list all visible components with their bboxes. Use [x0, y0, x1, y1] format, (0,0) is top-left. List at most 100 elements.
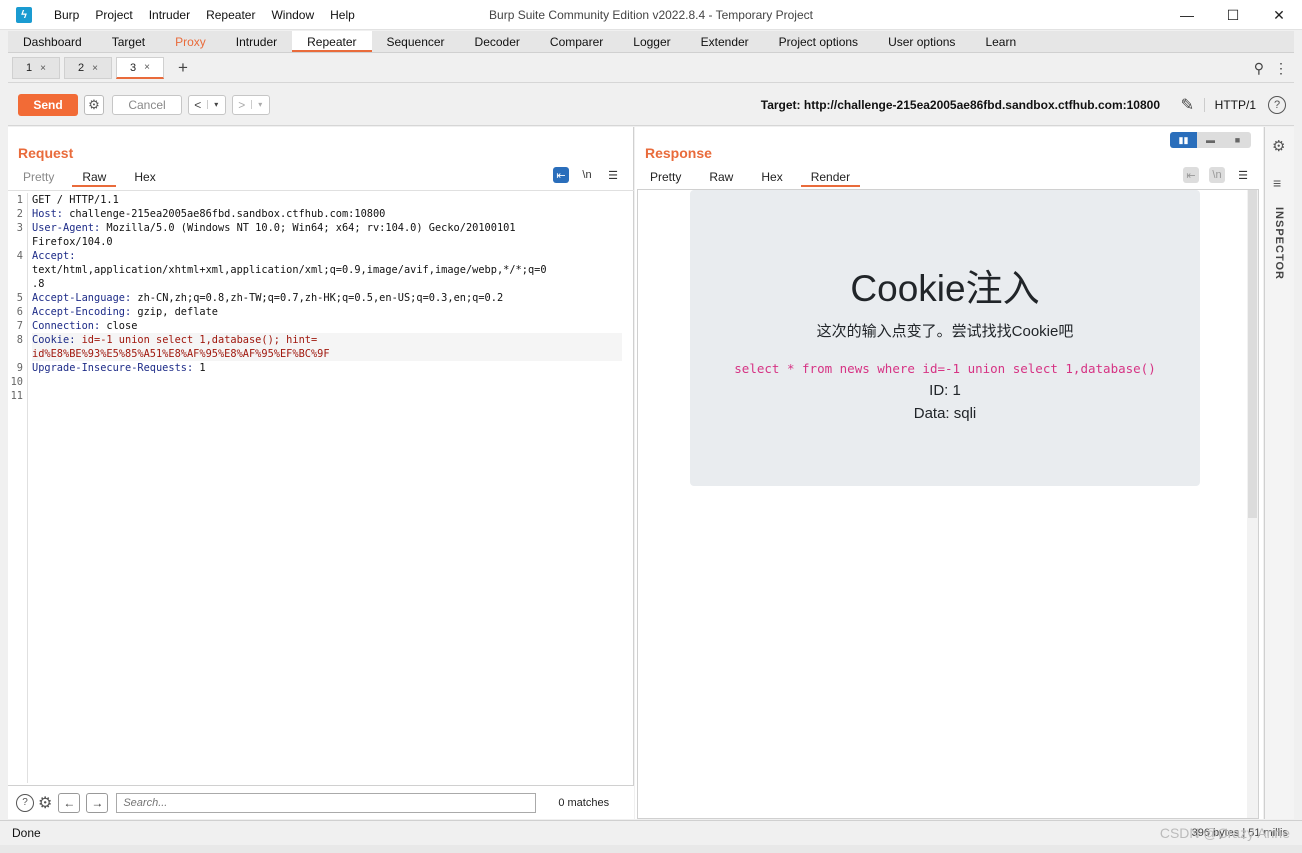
scrollbar-thumb[interactable] [1248, 190, 1257, 518]
back-button[interactable]: < ▾ [188, 94, 226, 115]
close-tab-icon[interactable]: × [40, 63, 46, 74]
tab-pretty[interactable]: Pretty [640, 167, 691, 187]
line-number: 8 [16, 334, 23, 346]
watermark: CSDN @Crazy Anne [1159, 825, 1290, 841]
tab-logger[interactable]: Logger [618, 31, 685, 52]
header-value: gzip, deflate [131, 306, 218, 318]
cancel-button[interactable]: Cancel [112, 94, 182, 115]
header-name: Connection: [32, 320, 101, 332]
header-value: Mozilla/5.0 (Windows NT 10.0; Win64; x64… [100, 222, 516, 234]
repeater-tab-3[interactable]: 3 × [116, 57, 164, 79]
search-bar: ? ⚙ ← → 0 matches [8, 785, 634, 819]
tab-learn[interactable]: Learn [970, 31, 1031, 52]
gear-icon[interactable]: ⚙ [38, 793, 52, 813]
arrow-left-icon[interactable]: ← [58, 792, 81, 813]
line-number: 5 [16, 292, 23, 304]
render-heading: Cookie注入 [850, 268, 1040, 309]
repeater-tab-label: 1 [26, 62, 33, 74]
header-value: 1 [193, 362, 206, 374]
menu-burp[interactable]: Burp [46, 8, 87, 22]
wrap-lines-icon[interactable]: ⇤ [553, 167, 569, 183]
menu-intruder[interactable]: Intruder [141, 8, 198, 22]
response-tools: ⇤ \n ☰ [1183, 167, 1251, 183]
request-editor[interactable]: 1 2 3 4 5 6 7 8 9 10 11 GET / HTTP/1.1 Host: challe… [8, 190, 634, 784]
search-icon[interactable]: ⚲ [1254, 60, 1264, 77]
line-number: 4 [16, 250, 23, 262]
minimize-icon[interactable]: — [1164, 0, 1210, 30]
tab-extender[interactable]: Extender [686, 31, 764, 52]
tab-dashboard[interactable]: Dashboard [8, 31, 97, 52]
split-horizontal-icon[interactable]: ▮▮ [1170, 132, 1197, 148]
newline-icon[interactable]: \n [579, 167, 595, 183]
tab-project-options[interactable]: Project options [764, 31, 873, 52]
status-text: Done [12, 826, 41, 840]
more-options-icon[interactable]: ⋮ [1274, 60, 1288, 77]
request-title: Request [18, 145, 74, 161]
arrow-right-icon[interactable]: → [86, 792, 109, 813]
repeater-tabs: 1 × 2 × 3 × + ⚲ ⋮ [8, 54, 1294, 83]
repeater-toolbar: Send ⚙ Cancel < ▾ > ▾ Target: http://cha… [8, 84, 1294, 126]
close-tab-icon[interactable]: × [144, 62, 150, 73]
tab-user-options[interactable]: User options [873, 31, 970, 52]
tab-pretty[interactable]: Pretty [13, 167, 64, 187]
status-bar: Done 396 bytes | 51 millis CSDN @Crazy A… [0, 820, 1302, 845]
tab-decoder[interactable]: Decoder [460, 31, 535, 52]
chevron-down-icon[interactable]: ▾ [206, 100, 226, 109]
split-vertical-icon[interactable]: ▬ [1197, 132, 1224, 148]
tab-raw[interactable]: Raw [699, 167, 743, 187]
http-version[interactable]: HTTP/1 [1203, 97, 1256, 112]
menu-project[interactable]: Project [87, 8, 140, 22]
header-value: text/html,application/xhtml+xml,applicat… [32, 264, 547, 276]
header-value: close [100, 320, 138, 332]
code-line: Host: challenge-215ea2005ae86fbd.sandbox… [32, 207, 622, 221]
menu-help[interactable]: Help [322, 8, 363, 22]
send-button[interactable]: Send [18, 93, 78, 116]
wrap-lines-icon: ⇤ [1183, 167, 1199, 183]
search-input[interactable] [116, 792, 537, 813]
menu-icon[interactable]: ☰ [1235, 167, 1251, 183]
line-number [8, 347, 27, 361]
tab-proxy[interactable]: Proxy [160, 31, 221, 52]
tabbed-view-icon[interactable]: ■ [1224, 132, 1251, 148]
header-value: zh-CN,zh;q=0.8,zh-TW;q=0.7,zh-HK;q=0.5,e… [131, 292, 504, 304]
tab-render[interactable]: Render [800, 167, 861, 187]
pencil-icon[interactable]: ✎ [1181, 95, 1194, 115]
repeater-tab-2[interactable]: 2 × [64, 57, 112, 79]
tab-hex[interactable]: Hex [124, 167, 165, 187]
close-icon[interactable]: ✕ [1256, 0, 1302, 30]
tab-repeater[interactable]: Repeater [292, 31, 372, 52]
tab-raw[interactable]: Raw [72, 167, 117, 187]
tab-hex[interactable]: Hex [751, 167, 792, 187]
add-tab-icon[interactable]: + [178, 58, 188, 78]
window-controls: — ☐ ✕ [1164, 0, 1302, 30]
menu-window[interactable]: Window [263, 8, 322, 22]
gear-icon[interactable]: ⚙ [1272, 137, 1285, 155]
inspector-menu-icon[interactable]: ≡ [1273, 175, 1281, 191]
repeater-tab-label: 2 [78, 62, 85, 74]
repeater-tab-1[interactable]: 1 × [12, 57, 60, 79]
jumbotron: Cookie注入 这次的输入点变了。尝试找找Cookie吧 select * f… [690, 190, 1200, 486]
gear-icon[interactable]: ⚙ [84, 94, 104, 115]
header-name: User-Agent: [32, 222, 101, 234]
header-value: GET / HTTP/1.1 [32, 194, 119, 206]
line-number [8, 263, 27, 277]
code-line: User-Agent: Mozilla/5.0 (Windows NT 10.0… [32, 221, 622, 235]
vertical-scrollbar[interactable] [1247, 190, 1258, 818]
close-tab-icon[interactable]: × [92, 63, 98, 74]
menu-icon[interactable]: ☰ [605, 167, 621, 183]
line-number: 3 [16, 222, 23, 234]
forward-button[interactable]: > ▾ [232, 94, 270, 115]
maximize-icon[interactable]: ☐ [1210, 0, 1256, 30]
tab-comparer[interactable]: Comparer [535, 31, 618, 52]
code-line: .8 [32, 277, 622, 291]
tab-intruder[interactable]: Intruder [221, 31, 292, 52]
request-code[interactable]: GET / HTTP/1.1 Host: challenge-215ea2005a… [32, 193, 622, 403]
menu-repeater[interactable]: Repeater [198, 8, 263, 22]
tab-sequencer[interactable]: Sequencer [372, 31, 460, 52]
tab-target[interactable]: Target [97, 31, 160, 52]
inspector-label[interactable]: INSPECTOR [1273, 207, 1285, 280]
help-icon[interactable]: ? [1268, 95, 1286, 114]
help-icon[interactable]: ? [16, 793, 34, 812]
header-value: challenge-215ea2005ae86fbd.sandbox.ctfhu… [63, 208, 386, 220]
chevron-down-icon[interactable]: ▾ [250, 100, 270, 109]
